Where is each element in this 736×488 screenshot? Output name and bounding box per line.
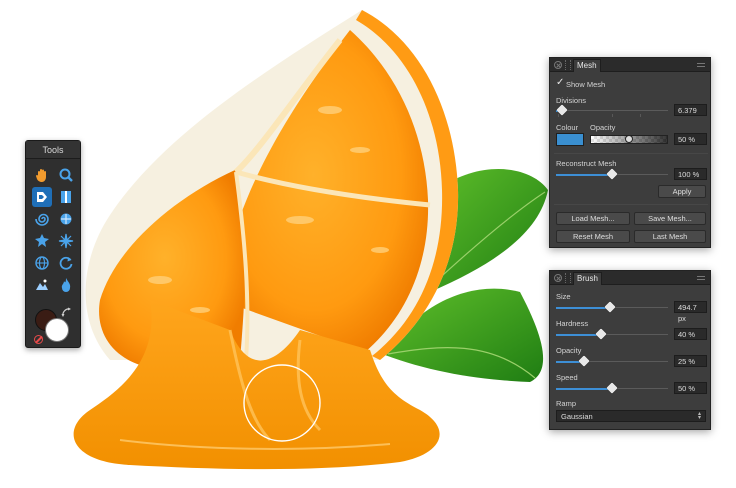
brush-opacity-slider-thumb[interactable] bbox=[578, 355, 590, 367]
pinch-tool-button[interactable] bbox=[56, 209, 76, 229]
last-mesh-button[interactable]: Last Mesh bbox=[634, 230, 706, 243]
divisions-ticks bbox=[556, 114, 668, 118]
size-slider-fill bbox=[556, 306, 610, 309]
brush-opacity-slider[interactable] bbox=[556, 355, 668, 367]
hardness-slider[interactable] bbox=[556, 328, 668, 340]
twirl-icon bbox=[35, 213, 49, 226]
panel-menu-icon[interactable] bbox=[697, 63, 705, 67]
tools-panel: Tools bbox=[25, 140, 81, 348]
turbulence-tool-button[interactable] bbox=[56, 231, 76, 251]
show-mesh-checkbox[interactable]: ✓ bbox=[556, 78, 564, 88]
mesh-opacity-slider[interactable] bbox=[590, 135, 668, 144]
reconstruct-icon bbox=[59, 256, 73, 270]
punch-icon bbox=[35, 234, 49, 247]
panel-menu-icon[interactable] bbox=[697, 276, 705, 280]
tab-brush[interactable]: Brush bbox=[573, 272, 602, 285]
thaw-icon bbox=[61, 278, 71, 292]
turbulence-icon bbox=[58, 233, 74, 249]
close-icon[interactable] bbox=[554, 61, 562, 69]
divider bbox=[554, 153, 708, 154]
secondary-colour-swatch[interactable] bbox=[45, 318, 69, 342]
mesh-panel: Mesh ✓ Show Mesh Divisions 6.379 Colour … bbox=[549, 57, 711, 248]
mesh-panel-header[interactable]: Mesh bbox=[550, 58, 710, 72]
push-forward-icon bbox=[37, 192, 47, 202]
no-colour-icon[interactable] bbox=[34, 335, 43, 344]
brush-opacity-label: Opacity bbox=[556, 346, 582, 355]
close-icon[interactable] bbox=[554, 274, 562, 282]
tools-panel-title: Tools bbox=[26, 141, 80, 159]
speed-slider[interactable] bbox=[556, 382, 668, 394]
colour-label: Colour bbox=[556, 123, 579, 132]
brush-panel-header[interactable]: Brush bbox=[550, 271, 710, 285]
ramp-select[interactable]: Gaussian ▴ ▾ bbox=[556, 410, 706, 422]
size-slider[interactable] bbox=[556, 301, 668, 313]
brush-panel: Brush Size 494.7 px Hardness 40 % Opacit… bbox=[549, 270, 711, 430]
mesh-colour-well[interactable] bbox=[556, 133, 584, 146]
reconstruct-slider[interactable] bbox=[556, 168, 668, 180]
tab-mesh[interactable]: Mesh bbox=[573, 59, 601, 72]
brush-opacity-field[interactable]: 25 % bbox=[674, 355, 707, 367]
select-arrows-icon: ▴ ▾ bbox=[697, 411, 701, 421]
speed-label: Speed bbox=[556, 373, 578, 382]
punch-tool-button[interactable] bbox=[32, 231, 52, 251]
reset-mesh-button[interactable]: Reset Mesh bbox=[556, 230, 630, 243]
size-label: Size bbox=[556, 292, 571, 301]
thaw-tool-button[interactable] bbox=[56, 275, 76, 295]
zoom-tool-button[interactable] bbox=[56, 165, 76, 185]
reconstruct-field[interactable]: 100 % bbox=[674, 168, 707, 180]
orange-slice bbox=[85, 10, 459, 365]
load-mesh-button[interactable]: Load Mesh... bbox=[556, 212, 630, 225]
push-forward-tool-button[interactable] bbox=[32, 187, 52, 207]
size-slider-thumb[interactable] bbox=[604, 301, 616, 313]
hand-icon bbox=[36, 169, 46, 182]
mesh-clone-tool-button[interactable] bbox=[32, 253, 52, 273]
save-mesh-button[interactable]: Save Mesh... bbox=[634, 212, 706, 225]
divisions-slider[interactable] bbox=[555, 104, 668, 116]
grip-icon[interactable] bbox=[565, 60, 571, 70]
reconstruct-slider-thumb[interactable] bbox=[606, 168, 618, 180]
size-field[interactable]: 494.7 px bbox=[674, 301, 707, 323]
hardness-label: Hardness bbox=[556, 319, 589, 328]
reconstruct-tool-button[interactable] bbox=[56, 253, 76, 273]
freeze-icon bbox=[36, 279, 48, 290]
divisions-label: Divisions bbox=[556, 96, 587, 105]
opacity-label: Opacity bbox=[590, 123, 616, 132]
speed-field[interactable]: 50 % bbox=[674, 382, 707, 394]
view-tool-button[interactable] bbox=[32, 165, 52, 185]
zoom-icon bbox=[59, 168, 73, 182]
pinch-icon bbox=[60, 213, 72, 225]
grip-icon[interactable] bbox=[565, 273, 571, 283]
speed-slider-thumb[interactable] bbox=[606, 382, 618, 394]
push-left-tool-button[interactable] bbox=[56, 187, 76, 207]
divider bbox=[554, 204, 708, 205]
show-mesh-label: Show Mesh bbox=[566, 80, 606, 89]
mesh-opacity-thumb[interactable] bbox=[625, 135, 633, 143]
mesh-opacity-field[interactable]: 50 % bbox=[674, 133, 707, 145]
ramp-label: Ramp bbox=[556, 399, 577, 408]
freeze-tool-button[interactable] bbox=[32, 275, 52, 295]
hardness-slider-thumb[interactable] bbox=[595, 328, 607, 340]
reconstruct-slider-fill bbox=[556, 173, 612, 176]
speed-slider-fill bbox=[556, 387, 612, 390]
hardness-slider-fill bbox=[556, 333, 601, 336]
reconstruct-mesh-label: Reconstruct Mesh bbox=[556, 159, 617, 168]
apply-button[interactable]: Apply bbox=[658, 185, 706, 198]
twirl-tool-button[interactable] bbox=[32, 209, 52, 229]
ramp-select-value: Gaussian bbox=[561, 412, 593, 421]
push-left-icon bbox=[61, 191, 71, 203]
divisions-field[interactable]: 6.379 bbox=[674, 104, 707, 116]
hardness-field[interactable]: 40 % bbox=[674, 328, 707, 340]
mesh-clone-icon bbox=[35, 256, 49, 270]
swap-colours-icon[interactable] bbox=[61, 307, 73, 319]
